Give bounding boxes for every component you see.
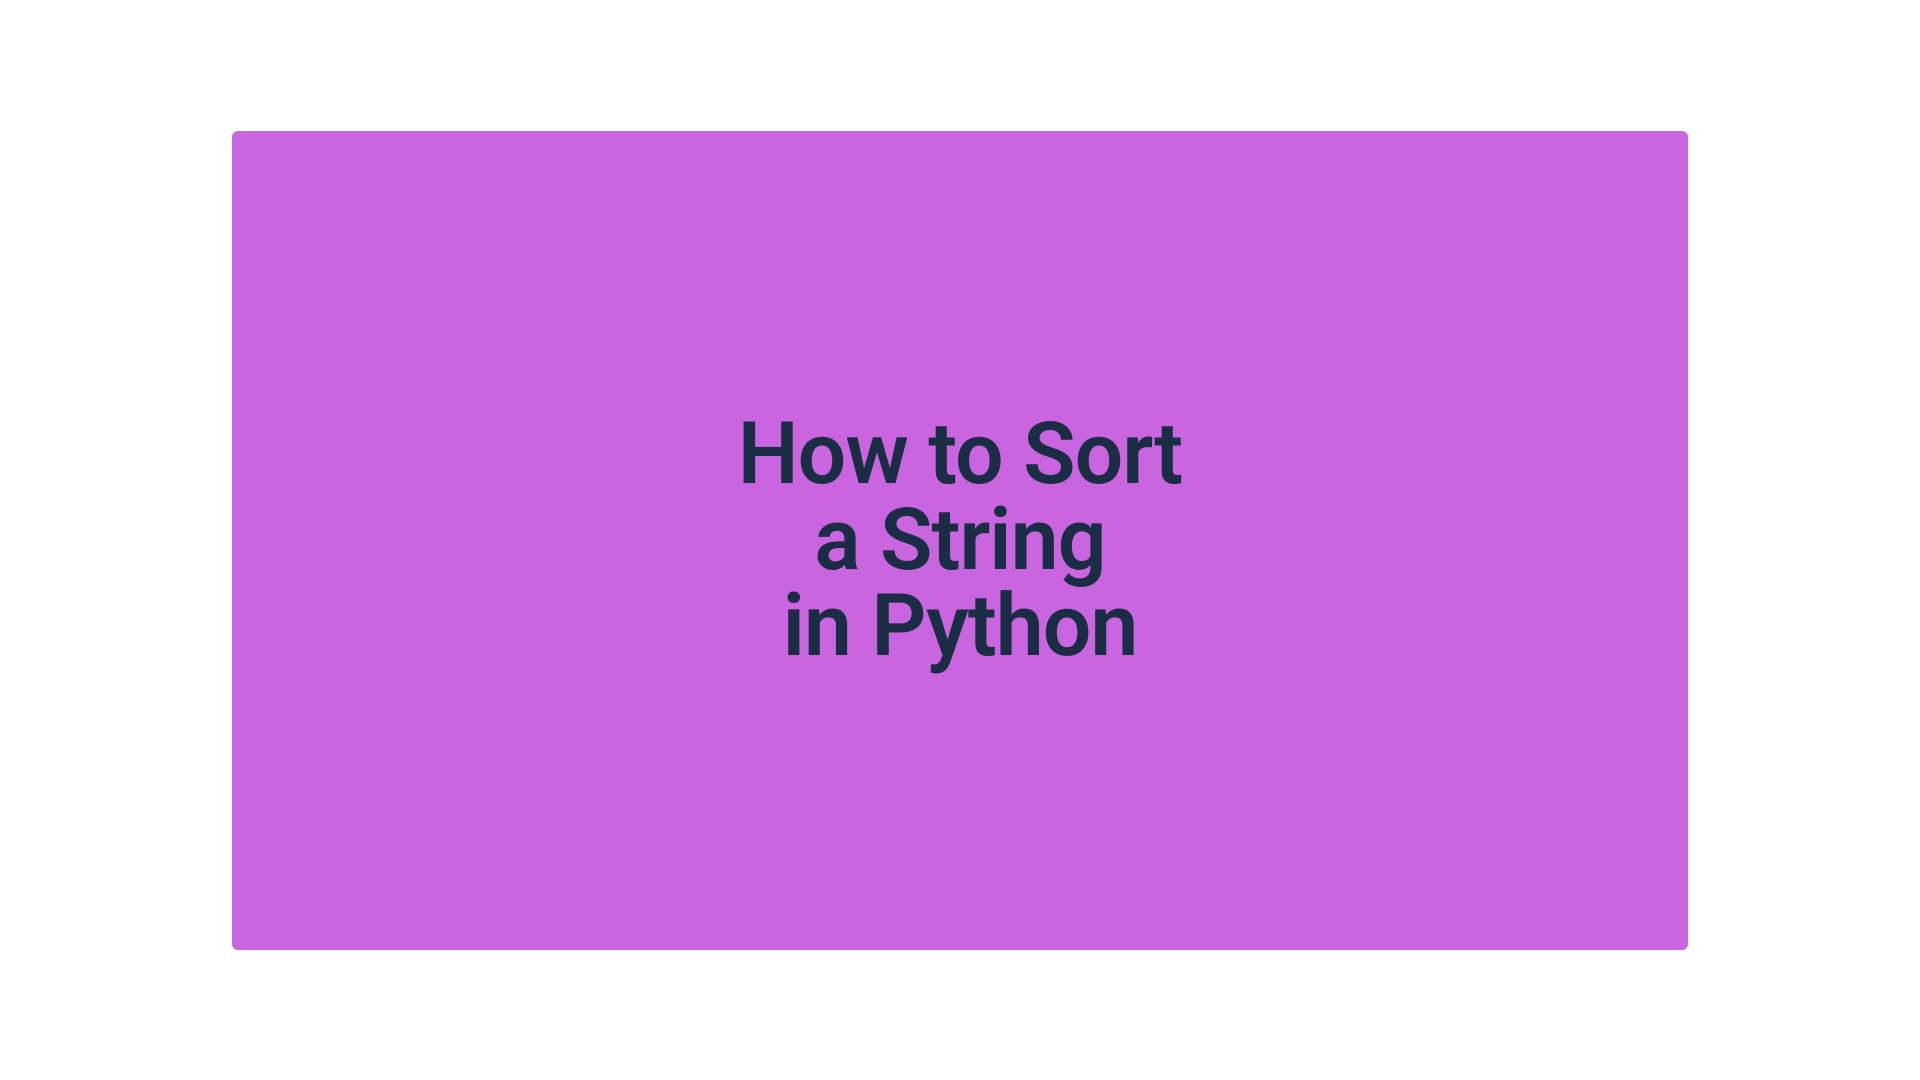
title-line-1: How to Sort [738,411,1182,497]
title-card: How to Sort a String in Python [232,131,1688,950]
title-line-2: a String [738,497,1182,583]
main-title: How to Sort a String in Python [738,411,1182,669]
title-line-3: in Python [738,583,1182,669]
